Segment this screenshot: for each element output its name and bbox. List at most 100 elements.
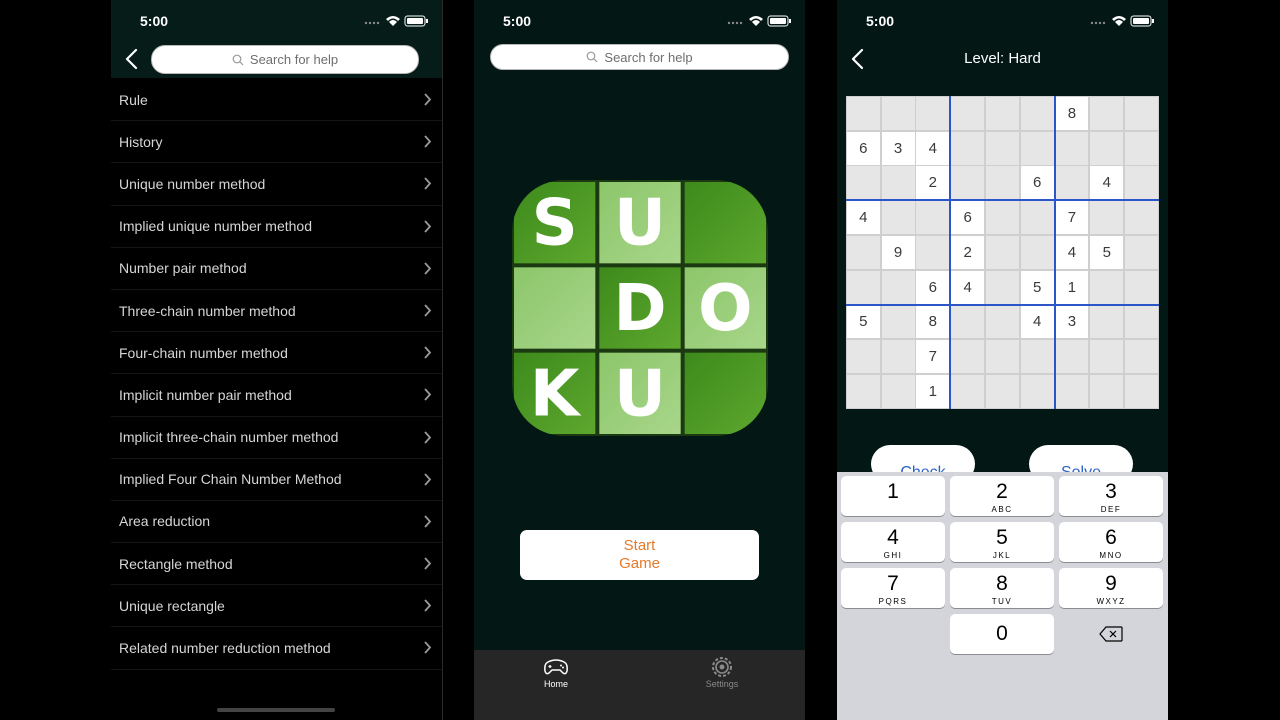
- sudoku-cell[interactable]: [846, 375, 880, 409]
- sudoku-cell[interactable]: [881, 270, 915, 304]
- sudoku-cell[interactable]: [1020, 235, 1054, 269]
- sudoku-cell[interactable]: [985, 375, 1019, 409]
- help-topic-item[interactable]: Area reduction: [111, 501, 442, 544]
- sudoku-cell[interactable]: [1020, 201, 1054, 235]
- sudoku-cell[interactable]: 7: [916, 340, 950, 374]
- sudoku-cell[interactable]: [1090, 375, 1124, 409]
- sudoku-cell[interactable]: [951, 166, 985, 200]
- sudoku-cell[interactable]: [1125, 166, 1159, 200]
- sudoku-cell[interactable]: [985, 131, 1019, 165]
- sudoku-cell[interactable]: 5: [1020, 270, 1054, 304]
- sudoku-cell[interactable]: [1125, 96, 1159, 130]
- sudoku-cell[interactable]: 5: [1090, 235, 1124, 269]
- sudoku-cell[interactable]: 6: [1020, 166, 1054, 200]
- sudoku-cell[interactable]: 4: [916, 131, 950, 165]
- sudoku-cell[interactable]: [1125, 305, 1159, 339]
- home-search-bar[interactable]: Search for help: [490, 44, 789, 70]
- key-3[interactable]: 3 DEF: [1059, 476, 1163, 516]
- sudoku-cell[interactable]: [916, 201, 950, 235]
- sudoku-cell[interactable]: [951, 375, 985, 409]
- key-4[interactable]: 4 GHI: [841, 522, 945, 562]
- key-9[interactable]: 9 WXYZ: [1059, 568, 1163, 608]
- sudoku-cell[interactable]: 3: [881, 131, 915, 165]
- key-2[interactable]: 2 ABC: [950, 476, 1054, 516]
- sudoku-cell[interactable]: [1125, 340, 1159, 374]
- sudoku-cell[interactable]: 2: [916, 166, 950, 200]
- sudoku-cell[interactable]: [1020, 375, 1054, 409]
- sudoku-cell[interactable]: [1125, 235, 1159, 269]
- sudoku-cell[interactable]: [881, 201, 915, 235]
- sudoku-cell[interactable]: [1090, 305, 1124, 339]
- help-search-bar[interactable]: Search for help: [151, 45, 419, 74]
- sudoku-cell[interactable]: [985, 201, 1019, 235]
- help-topic-item[interactable]: Rectangle method: [111, 543, 442, 586]
- sudoku-cell[interactable]: [951, 96, 985, 130]
- help-topic-item[interactable]: Implicit number pair method: [111, 374, 442, 417]
- sudoku-cell[interactable]: [985, 96, 1019, 130]
- sudoku-cell[interactable]: [1020, 131, 1054, 165]
- sudoku-cell[interactable]: 4: [951, 270, 985, 304]
- sudoku-cell[interactable]: 1: [916, 375, 950, 409]
- sudoku-cell[interactable]: [846, 270, 880, 304]
- help-topic-item[interactable]: Number pair method: [111, 248, 442, 290]
- sudoku-cell[interactable]: [951, 340, 985, 374]
- sudoku-cell[interactable]: [1090, 96, 1124, 130]
- key-5[interactable]: 5 JKL: [950, 522, 1054, 562]
- sudoku-cell[interactable]: [1055, 375, 1089, 409]
- sudoku-cell[interactable]: [1055, 340, 1089, 374]
- sudoku-cell[interactable]: [1055, 131, 1089, 165]
- sudoku-cell[interactable]: [1090, 131, 1124, 165]
- sudoku-cell[interactable]: 8: [916, 305, 950, 339]
- key-6[interactable]: 6 MNO: [1059, 522, 1163, 562]
- back-icon[interactable]: [121, 47, 143, 71]
- sudoku-cell[interactable]: [881, 375, 915, 409]
- sudoku-cell[interactable]: [985, 270, 1019, 304]
- sudoku-cell[interactable]: [1020, 340, 1054, 374]
- sudoku-cell[interactable]: 9: [881, 235, 915, 269]
- sudoku-cell[interactable]: [881, 305, 915, 339]
- key-7[interactable]: 7 PQRS: [841, 568, 945, 608]
- sudoku-cell[interactable]: [951, 305, 985, 339]
- help-topic-item[interactable]: Four-chain number method: [111, 332, 442, 375]
- sudoku-cell[interactable]: 6: [916, 270, 950, 304]
- tab-settings[interactable]: Settings: [692, 656, 752, 689]
- key-1[interactable]: 1: [841, 476, 945, 516]
- sudoku-cell[interactable]: 2: [951, 235, 985, 269]
- help-topic-item[interactable]: Rule: [111, 79, 442, 122]
- sudoku-cell[interactable]: 5: [846, 305, 880, 339]
- help-topic-item[interactable]: Three-chain number method: [111, 290, 442, 333]
- help-topic-item[interactable]: Implied unique number method: [111, 206, 442, 248]
- help-topic-item[interactable]: Implicit three-chain number method: [111, 417, 442, 459]
- delete-key[interactable]: [1059, 614, 1163, 654]
- sudoku-cell[interactable]: [881, 340, 915, 374]
- help-topic-item[interactable]: Related number reduction method: [111, 627, 442, 670]
- sudoku-cell[interactable]: [916, 235, 950, 269]
- sudoku-cell[interactable]: 8: [1055, 96, 1089, 130]
- sudoku-cell[interactable]: [846, 166, 880, 200]
- key-8[interactable]: 8 TUV: [950, 568, 1054, 608]
- sudoku-cell[interactable]: 6: [846, 131, 880, 165]
- sudoku-cell[interactable]: 4: [846, 201, 880, 235]
- sudoku-cell[interactable]: [985, 235, 1019, 269]
- tab-home[interactable]: Home: [526, 656, 586, 689]
- sudoku-cell[interactable]: [1125, 201, 1159, 235]
- sudoku-cell[interactable]: [985, 305, 1019, 339]
- sudoku-cell[interactable]: 4: [1055, 235, 1089, 269]
- sudoku-cell[interactable]: 6: [951, 201, 985, 235]
- sudoku-cell[interactable]: 1: [1055, 270, 1089, 304]
- help-topic-item[interactable]: History: [111, 121, 442, 164]
- sudoku-cell[interactable]: [1020, 96, 1054, 130]
- sudoku-cell[interactable]: [881, 166, 915, 200]
- sudoku-cell[interactable]: [1125, 270, 1159, 304]
- sudoku-cell[interactable]: [916, 96, 950, 130]
- sudoku-cell[interactable]: [846, 235, 880, 269]
- sudoku-cell[interactable]: [1055, 166, 1089, 200]
- help-topic-item[interactable]: Unique rectangle: [111, 585, 442, 628]
- sudoku-cell[interactable]: [985, 166, 1019, 200]
- sudoku-cell[interactable]: [846, 96, 880, 130]
- sudoku-cell[interactable]: [1125, 131, 1159, 165]
- sudoku-cell[interactable]: 4: [1020, 305, 1054, 339]
- sudoku-cell[interactable]: [951, 131, 985, 165]
- sudoku-cell[interactable]: [1090, 270, 1124, 304]
- sudoku-cell[interactable]: 3: [1055, 305, 1089, 339]
